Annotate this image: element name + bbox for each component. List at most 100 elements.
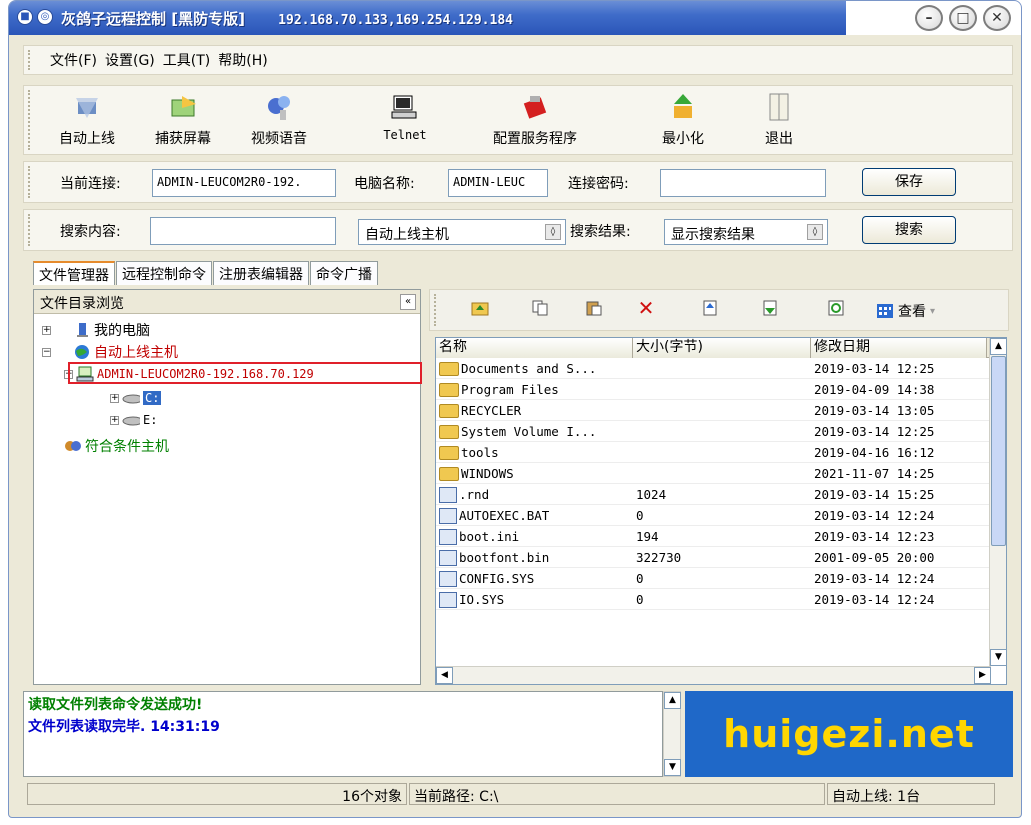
tab-registry-editor[interactable]: 注册表编辑器 xyxy=(213,261,309,285)
file-name: boot.ini xyxy=(459,529,520,544)
file-row[interactable]: IO.SYS 0 2019-03-14 12:24 xyxy=(436,589,1006,610)
scroll-right-icon[interactable]: ▶ xyxy=(974,667,991,684)
scroll-up-icon[interactable]: ▲ xyxy=(990,338,1006,355)
paste-icon[interactable] xyxy=(584,300,604,320)
column-name[interactable]: 名称 xyxy=(436,338,633,358)
expand-icon[interactable]: + xyxy=(110,415,119,425)
file-row[interactable]: Documents and S... 2019-03-14 12:25 xyxy=(436,358,1006,379)
chevron-down-icon[interactable]: ▾ xyxy=(930,306,935,317)
file-list-header: 名称 大小(字节) 修改日期 xyxy=(436,338,1006,358)
directory-tree-panel: 文件目录浏览 « + 我的电脑 − 自动上线主机 − ADMIN-LEUCOM2… xyxy=(33,289,422,685)
menu-settings[interactable]: 设置(G) xyxy=(105,50,155,70)
tab-remote-control[interactable]: 远程控制命令 xyxy=(116,261,212,285)
chevron-down-icon[interactable]: ◊ xyxy=(807,224,823,240)
tab-command-broadcast[interactable]: 命令广播 xyxy=(310,261,378,285)
search-result-select[interactable]: 显示搜索结果 ◊ xyxy=(664,219,828,245)
save-button[interactable]: 保存 xyxy=(862,168,956,196)
log-scrollbar[interactable]: ▲ ▼ xyxy=(663,691,681,777)
menu-help[interactable]: 帮助(H) xyxy=(218,50,267,70)
file-name: WINDOWS xyxy=(461,466,514,481)
view-grid-icon xyxy=(877,304,893,318)
delete-icon[interactable]: ✕ xyxy=(636,296,656,320)
scroll-down-icon[interactable]: ▼ xyxy=(990,649,1006,666)
menu-tools[interactable]: 工具(T) xyxy=(163,50,210,70)
scroll-up-icon[interactable]: ▲ xyxy=(664,692,681,709)
search-scope-select[interactable]: 自动上线主机 ◊ xyxy=(358,219,566,245)
config-server-icon xyxy=(519,90,551,124)
tree-node-drive-e[interactable]: + E: xyxy=(110,412,157,428)
column-date[interactable]: 修改日期 xyxy=(811,338,987,358)
current-connection-field[interactable]: ADMIN-LEUCOM2R0-192. xyxy=(152,169,336,197)
file-date: 2019-03-14 15:25 xyxy=(814,487,935,502)
minimize-tool-button[interactable]: 最小化 xyxy=(638,90,728,148)
tree-node-drive-c[interactable]: + C: xyxy=(110,390,162,406)
computer-name-field[interactable]: ADMIN-LEUC xyxy=(448,169,548,197)
folder-icon xyxy=(439,361,459,376)
file-toolbar: ✕ 查看 ▾ xyxy=(429,289,1009,331)
menu-bar: 文件(F) 设置(G) 工具(T) 帮助(H) xyxy=(23,45,1013,75)
close-window-button[interactable]: ✕ xyxy=(983,5,1011,31)
vertical-scrollbar[interactable]: ▲ ▼ xyxy=(989,338,1006,666)
file-row[interactable]: RECYCLER 2019-03-14 13:05 xyxy=(436,400,1006,421)
file-size: 1024 xyxy=(636,487,667,502)
system-menu-icon[interactable]: ■ xyxy=(17,9,33,25)
search-row: 搜索内容: 自动上线主机 ◊ 搜索结果: 显示搜索结果 ◊ 搜索 xyxy=(23,209,1013,251)
horizontal-scrollbar[interactable]: ◀ ▶ xyxy=(436,666,991,684)
expand-icon[interactable]: + xyxy=(110,393,119,403)
file-row[interactable]: AUTOEXEC.BAT 0 2019-03-14 12:24 xyxy=(436,505,1006,526)
menu-file[interactable]: 文件(F) xyxy=(50,50,97,70)
tree-node-my-computer[interactable]: + 我的电脑 xyxy=(42,320,150,340)
collapse-icon[interactable]: − xyxy=(42,347,51,357)
scroll-down-icon[interactable]: ▼ xyxy=(664,759,681,776)
file-size xyxy=(633,358,811,379)
file-row[interactable]: WINDOWS 2021-11-07 14:25 xyxy=(436,463,1006,484)
upload-icon[interactable] xyxy=(700,300,720,320)
chevron-down-icon[interactable]: ◊ xyxy=(545,224,561,240)
config-server-button[interactable]: 配置服务程序 xyxy=(490,90,580,148)
tree-node-matching-hosts[interactable]: 符合条件主机 xyxy=(64,436,169,456)
auto-online-button[interactable]: 自动上线 xyxy=(42,90,132,148)
exit-button[interactable]: 退出 xyxy=(734,90,824,148)
scroll-left-icon[interactable]: ◀ xyxy=(436,667,453,684)
download-icon[interactable] xyxy=(760,300,780,320)
password-field[interactable] xyxy=(660,169,826,197)
up-folder-icon[interactable] xyxy=(470,300,490,320)
collapse-panel-icon[interactable]: « xyxy=(400,294,416,310)
maximize-window-button[interactable]: □ xyxy=(949,5,977,31)
capture-screen-button[interactable]: 捕获屏幕 xyxy=(138,90,228,148)
file-name: System Volume I... xyxy=(461,424,597,439)
tree-header: 文件目录浏览 xyxy=(40,296,124,312)
minimize-window-button[interactable]: – xyxy=(915,5,943,31)
refresh-icon[interactable] xyxy=(826,300,846,320)
file-row[interactable]: .rnd 1024 2019-03-14 15:25 xyxy=(436,484,1006,505)
file-row[interactable]: tools 2019-04-16 16:12 xyxy=(436,442,1006,463)
file-row[interactable]: boot.ini 194 2019-03-14 12:23 xyxy=(436,526,1006,547)
file-date: 2001-09-05 20:00 xyxy=(814,550,935,565)
file-row[interactable]: System Volume I... 2019-03-14 12:25 xyxy=(436,421,1006,442)
scroll-thumb[interactable] xyxy=(991,356,1006,546)
app-icon[interactable]: ◎ xyxy=(37,9,53,25)
file-name: .rnd xyxy=(459,487,490,502)
copy-icon[interactable] xyxy=(530,300,550,320)
tab-file-manager[interactable]: 文件管理器 xyxy=(33,261,115,285)
file-row[interactable]: Program Files 2019-04-09 14:38 xyxy=(436,379,1006,400)
file-row[interactable]: CONFIG.SYS 0 2019-03-14 12:24 xyxy=(436,568,1006,589)
search-button[interactable]: 搜索 xyxy=(862,216,956,244)
file-icon xyxy=(439,528,457,545)
log-line: 读取文件列表命令发送成功! xyxy=(28,697,203,713)
file-size: 0 xyxy=(636,571,644,586)
telnet-button[interactable]: Telnet xyxy=(360,90,450,142)
folder-icon xyxy=(439,445,459,460)
tree-node-auto-online[interactable]: − 自动上线主机 xyxy=(42,342,178,362)
file-icon xyxy=(439,507,457,524)
status-object-count: 16个对象 xyxy=(27,783,407,805)
column-size[interactable]: 大小(字节) xyxy=(633,338,811,358)
video-voice-button[interactable]: 视频语音 xyxy=(234,90,324,148)
search-content-field[interactable] xyxy=(150,217,336,245)
expand-icon[interactable]: + xyxy=(42,325,51,335)
view-button[interactable]: 查看 ▾ xyxy=(876,301,935,321)
file-date: 2019-03-14 12:25 xyxy=(814,424,935,439)
file-name: Documents and S... xyxy=(461,361,597,376)
file-name: IO.SYS xyxy=(459,592,505,607)
file-row[interactable]: bootfont.bin 322730 2001-09-05 20:00 xyxy=(436,547,1006,568)
